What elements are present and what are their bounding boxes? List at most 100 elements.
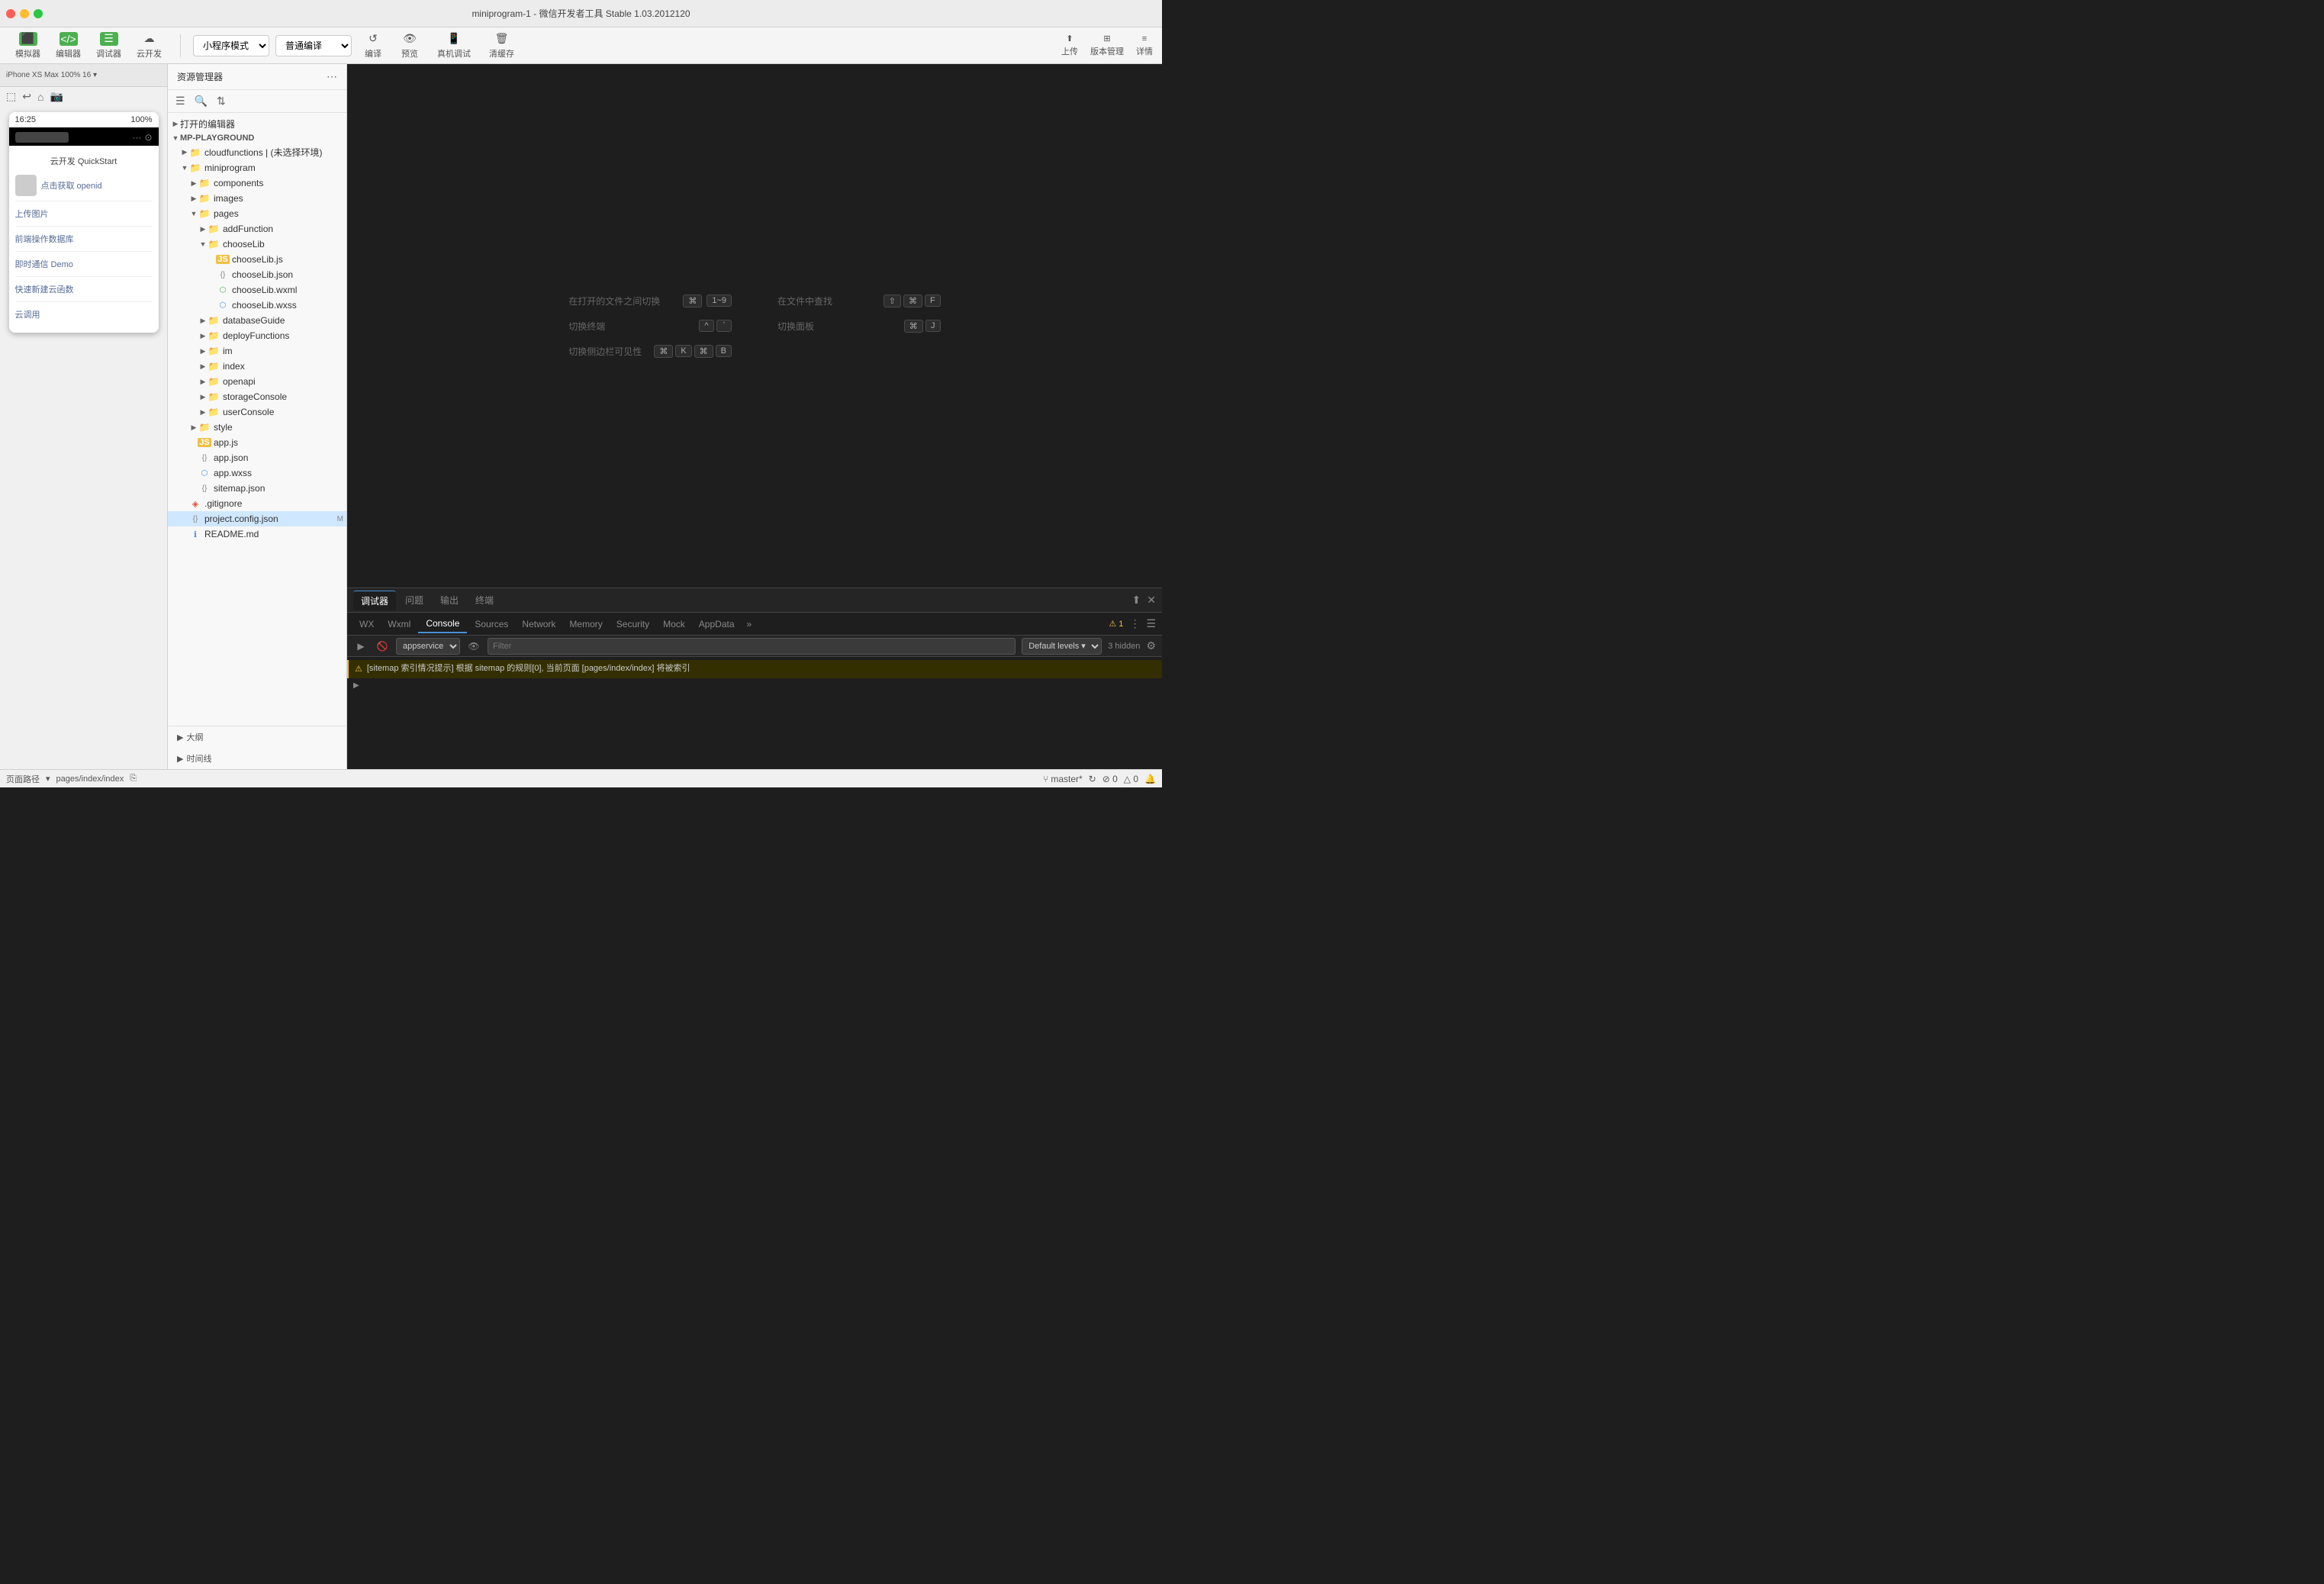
version-mgmt-button[interactable]: ⊞ 版本管理 [1090,34,1124,57]
tree-item-index[interactable]: ▶ 📁 index [168,359,346,374]
preview-button[interactable]: 👁 预览 [394,29,425,63]
subtab-wxml[interactable]: Wxml [381,616,417,633]
tree-item-project-config[interactable]: ▶ {} project.config.json M [168,511,346,526]
tree-item-gitignore[interactable]: ▶ ◈ .gitignore [168,496,346,511]
console-eye-button[interactable]: 👁 [466,639,481,654]
cloud-dev-button[interactable]: ☁ 云开发 [130,29,168,63]
maximize-button[interactable] [34,9,43,18]
subtab-sources[interactable]: Sources [468,616,514,633]
tree-item-chooselib[interactable]: ▼ 📁 chooseLib [168,237,346,252]
explorer-more-button[interactable]: ⋯ [327,70,337,83]
real-debug-button[interactable]: 📱 真机调试 [431,29,477,63]
root-folder[interactable]: ▼ MP-PLAYGROUND [168,132,346,144]
devtools-close-button[interactable]: ✕ [1147,594,1156,607]
phone-im-item[interactable]: 即时通信 Demo [15,252,153,277]
tree-item-databaseguide[interactable]: ▶ 📁 databaseGuide [168,313,346,328]
console-source-select[interactable]: appservice webview [396,638,460,655]
detail-button[interactable]: ≡ 详情 [1136,34,1153,57]
tree-item-storageconsole[interactable]: ▶ 📁 storageConsole [168,389,346,404]
file-explorer: 资源管理器 ⋯ ☰ 🔍 ⇅ ▶ 打开的编辑器 ▼ MP-PLAYGROUND ▶… [168,64,347,769]
editor-button[interactable]: </> 编辑器 [50,29,87,63]
subtab-more[interactable]: » [742,616,757,633]
tree-item-chooselib-wxss[interactable]: ▶ ⬡ chooseLib.wxss [168,298,346,313]
console-execute-button[interactable]: ▶ [353,639,369,654]
tab-terminal[interactable]: 终端 [468,591,501,610]
close-button[interactable] [6,9,15,18]
tree-item-readme[interactable]: ▶ ℹ README.md [168,526,346,542]
subtab-mock[interactable]: Mock [657,616,691,633]
readme-label: README.md [204,529,343,539]
tree-item-app-wxss[interactable]: ▶ ⬡ app.wxss [168,465,346,481]
warning-badge: ⚠ 1 [1109,619,1123,629]
sync-button[interactable]: ↻ [1089,774,1096,784]
tab-debugger[interactable]: 调试器 [353,591,396,610]
refresh-button[interactable]: ↺ 编译 [358,29,388,63]
tab-issues[interactable]: 问题 [398,591,431,610]
console-expand-arrow[interactable]: ▶ [353,681,359,690]
rotate-button[interactable]: ⬚ [6,90,16,103]
tree-item-addfunction[interactable]: ▶ 📁 addFunction [168,221,346,237]
phone-cloud-item[interactable]: 云调用 [15,302,153,327]
subtab-wx[interactable]: WX [353,616,380,633]
tree-item-userconsole[interactable]: ▶ 📁 userConsole [168,404,346,420]
subtab-settings-button[interactable]: ☰ [1146,617,1156,630]
tree-item-components[interactable]: ▶ 📁 components [168,175,346,191]
mode-select[interactable]: 小程序模式 插件模式 [193,35,269,56]
phone-func-item[interactable]: 快速新建云函数 [15,277,153,302]
explorer-sort-button[interactable]: ⇅ [215,93,227,109]
phone-upload-item[interactable]: 上传图片 [15,201,153,227]
subtab-memory[interactable]: Memory [563,616,608,633]
outline-section[interactable]: ▶ 大纲 [168,726,346,748]
subtab-console[interactable]: Console [418,615,467,633]
screenshot-button[interactable]: 📷 [50,90,63,103]
tree-item-chooselib-js[interactable]: ▶ JS chooseLib.js [168,252,346,267]
upload-button[interactable]: ⬆ 上传 [1061,34,1078,57]
tree-item-chooselib-json[interactable]: ▶ {} chooseLib.json [168,267,346,282]
page-path-value: pages/index/index [56,774,124,784]
back-button[interactable]: ↩ [22,90,31,103]
tree-item-sitemap[interactable]: ▶ {} sitemap.json [168,481,346,496]
clear-cache-button[interactable]: 🗑 清缓存 [483,29,520,63]
key-backtick-2: ` [716,320,732,332]
tree-item-cloudfunctions[interactable]: ▶ 📁 cloudfunctions | (未选择环境) [168,144,346,160]
tree-item-im[interactable]: ▶ 📁 im [168,343,346,359]
subtab-options-button[interactable]: ⋮ [1129,617,1140,630]
tree-item-app-json[interactable]: ▶ {} app.json [168,450,346,465]
console-filter-input[interactable] [488,638,1016,655]
subtab-network[interactable]: Network [516,616,562,633]
tree-item-pages[interactable]: ▼ 📁 pages [168,206,346,221]
explorer-file-list-icon[interactable]: ☰ [174,93,187,109]
tab-output[interactable]: 输出 [433,591,466,610]
tree-item-app-js[interactable]: ▶ JS app.js [168,435,346,450]
tree-item-images[interactable]: ▶ 📁 images [168,191,346,206]
git-branch-button[interactable]: ⑂ master* [1043,774,1083,784]
phone-db-item[interactable]: 前端操作数据库 [15,227,153,252]
explorer-search-button[interactable]: 🔍 [193,93,209,109]
device-select[interactable]: iPhone XS Max 100% 16 ▾ [6,71,97,79]
tree-item-openapi[interactable]: ▶ 📁 openapi [168,374,346,389]
console-clear-button[interactable]: 🚫 [375,639,390,654]
tree-item-chooselib-wxml[interactable]: ▶ ⬡ chooseLib.wxml [168,282,346,298]
devtools-expand-button[interactable]: ⬆ [1132,594,1141,607]
simulator-button[interactable]: ⬛ 模拟器 [9,29,47,63]
home-button[interactable]: ⌂ [37,91,43,103]
open-editors-section[interactable]: ▶ 打开的编辑器 [168,116,346,132]
subtab-security[interactable]: Security [610,616,655,633]
tree-item-deployfunctions[interactable]: ▶ 📁 deployFunctions [168,328,346,343]
console-settings-button[interactable]: ⚙ [1146,639,1156,652]
errors-button[interactable]: ⊘ 0 [1102,774,1118,784]
tree-item-style[interactable]: ▶ 📁 style [168,420,346,435]
debugger-button[interactable]: ☰ 调试器 [90,29,127,63]
notification-button[interactable]: 🔔 [1144,774,1156,784]
phone-get-openid[interactable]: 点击获取 openid [41,179,102,192]
pages-arrow: ▼ [189,210,198,217]
cloud-label: 云开发 [137,47,162,60]
compile-select[interactable]: 普通编译 自定义编译 [275,35,352,56]
console-level-select[interactable]: Default levels ▾ [1022,638,1102,655]
timeline-section[interactable]: ▶ 时间线 [168,748,346,769]
subtab-appdata[interactable]: AppData [693,616,741,633]
copy-path-button[interactable]: ⎘ [130,774,137,784]
tree-item-miniprogram[interactable]: ▼ 📁 miniprogram [168,160,346,175]
minimize-button[interactable] [20,9,29,18]
warnings-button[interactable]: △ 0 [1124,774,1138,784]
